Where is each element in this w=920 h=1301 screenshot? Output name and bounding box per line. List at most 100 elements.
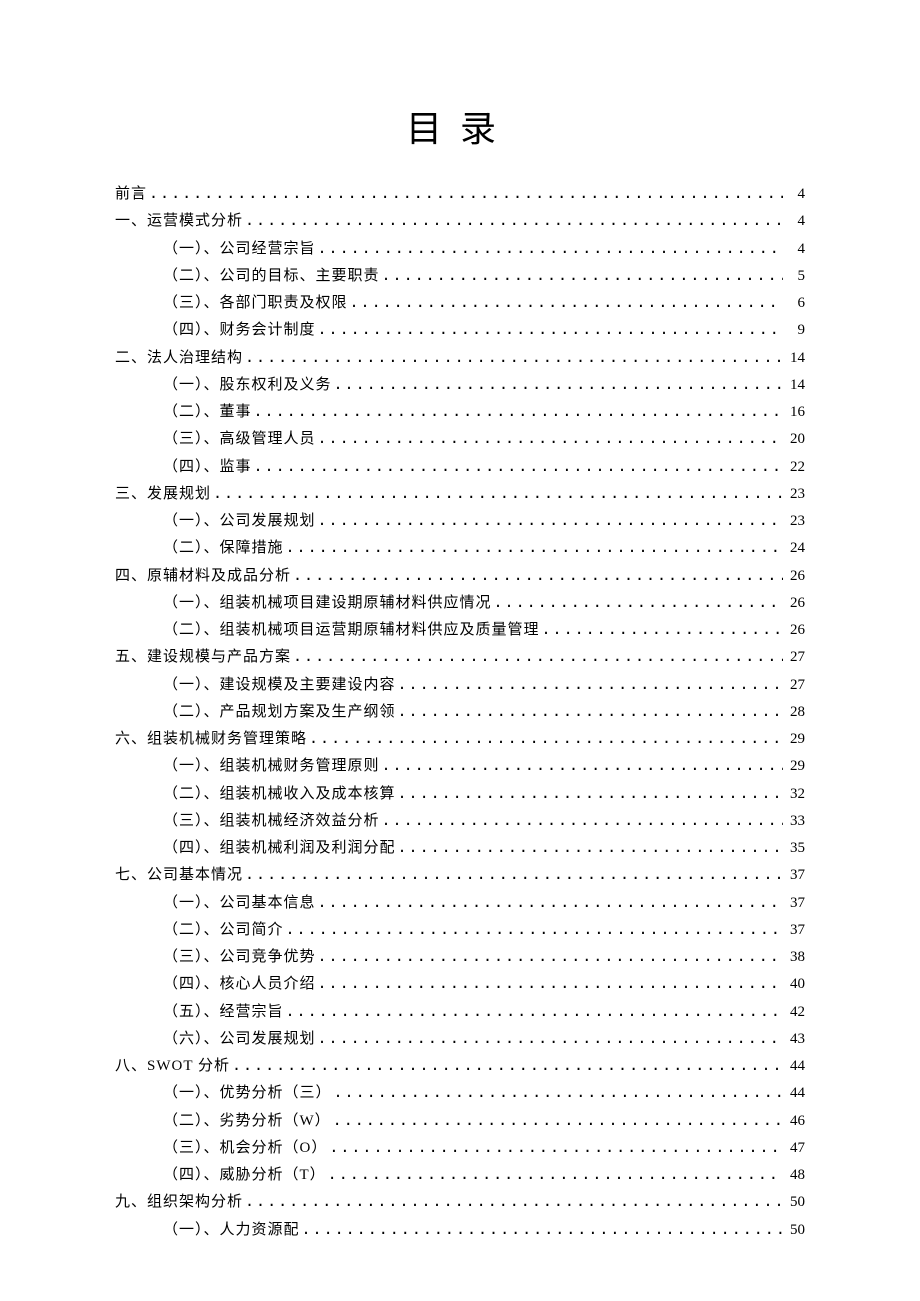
toc-leader (542, 616, 783, 642)
toc-entry-page: 50 (785, 1217, 805, 1243)
toc-entry-page: 22 (785, 454, 805, 480)
toc-leader (309, 725, 783, 751)
toc-entry: （一）、公司发展规划23 (115, 507, 805, 534)
toc-entry-label: 二、法人治理结构 (115, 345, 243, 371)
toc-leader (245, 344, 783, 370)
toc-entry-page: 43 (785, 1026, 805, 1052)
toc-entry: 八、SWOT 分析 44 (115, 1052, 805, 1079)
toc-entry-label: （二）、公司简介 (163, 917, 284, 943)
toc-entry-page: 24 (785, 535, 805, 561)
toc-leader (245, 861, 783, 887)
toc-leader (398, 698, 783, 724)
toc-entry-page: 4 (785, 181, 805, 207)
toc-leader (293, 643, 783, 669)
toc-entry: （四）、财务会计制度9 (115, 316, 805, 343)
toc-entry: （二）、产品规划方案及生产纲领28 (115, 698, 805, 725)
toc-entry-label: （三）、机会分析（O） (163, 1135, 327, 1161)
toc-entry: （二）、公司的目标、主要职责 5 (115, 262, 805, 289)
toc-entry: 一、运营模式分析4 (115, 207, 805, 234)
toc-entry-page: 4 (785, 236, 805, 262)
toc-entry-page: 27 (785, 644, 805, 670)
toc-entry-page: 9 (785, 317, 805, 343)
toc-entry-page: 27 (785, 672, 805, 698)
toc-entry-page: 42 (785, 999, 805, 1025)
toc-leader (350, 289, 783, 315)
toc-leader (318, 943, 783, 969)
toc-entry-page: 16 (785, 399, 805, 425)
toc-entry: （一）、股东权利及义务14 (115, 371, 805, 398)
toc-entry: （三）、各部门职责及权限6 (115, 289, 805, 316)
toc-entry-page: 14 (785, 372, 805, 398)
toc-entry: （一）、公司基本信息37 (115, 889, 805, 916)
toc-entry: （二）、组装机械收入及成本核算32 (115, 780, 805, 807)
toc-entry-label: （二）、董事 (163, 399, 252, 425)
toc-leader (318, 235, 783, 261)
toc-leader (398, 834, 783, 860)
toc-entry-label: （二）、产品规划方案及生产纲领 (163, 699, 396, 725)
toc-leader (318, 1025, 783, 1051)
toc-entry-label: （一）、组装机械项目建设期原辅材料供应情况 (163, 590, 492, 616)
toc-entry-label: （一）、公司基本信息 (163, 890, 316, 916)
toc-entry: （一）、建设规模及主要建设内容 27 (115, 671, 805, 698)
toc-leader (232, 1052, 783, 1078)
toc-leader (398, 780, 783, 806)
toc-entry-page: 47 (785, 1135, 805, 1161)
toc-entry: （四）、监事 22 (115, 453, 805, 480)
toc-entry: 前言 4 (115, 180, 805, 207)
toc-entry-label: （二）、公司的目标、主要职责 (163, 263, 380, 289)
toc-entry-label: （四）、监事 (163, 454, 252, 480)
toc-entry-page: 37 (785, 917, 805, 943)
toc-entry-page: 29 (785, 753, 805, 779)
toc-leader (382, 752, 783, 778)
toc-entry-label: （二）、组装机械项目运营期原辅材料供应及质量管理 (163, 617, 540, 643)
toc-entry-page: 26 (785, 617, 805, 643)
toc-entry-label: 三、发展规划 (115, 481, 211, 507)
toc-entry-page: 44 (785, 1053, 805, 1079)
toc-entry-label: （六）、公司发展规划 (163, 1026, 316, 1052)
toc-leader (286, 534, 783, 560)
toc-entry-page: 48 (785, 1162, 805, 1188)
toc-entry-label: （一）、优势分析（三） (163, 1080, 332, 1106)
toc-entry: （一）、人力资源配50 (115, 1216, 805, 1243)
toc-entry: （四）、核心人员介绍40 (115, 970, 805, 997)
toc-entry-page: 46 (785, 1108, 805, 1134)
toc-leader (245, 207, 783, 233)
toc-entry-label: 四、原辅材料及成品分析 (115, 563, 291, 589)
toc-entry-label: （四）、组装机械利润及利润分配 (163, 835, 396, 861)
toc-leader (245, 1188, 783, 1214)
toc-entry: 六、组装机械财务管理策略29 (115, 725, 805, 752)
toc-entry: 五、建设规模与产品方案27 (115, 643, 805, 670)
toc-leader (318, 889, 783, 915)
toc-entry: （一）、优势分析（三）44 (115, 1079, 805, 1106)
toc-entry-page: 23 (785, 508, 805, 534)
toc-entry-page: 26 (785, 590, 805, 616)
toc-entry-label: （二）、保障措施 (163, 535, 284, 561)
toc-leader (398, 671, 783, 697)
toc-entry-label: 八、SWOT 分析 (115, 1053, 230, 1079)
toc-entry-page: 40 (785, 971, 805, 997)
toc-entry: （三）、公司竞争优势38 (115, 943, 805, 970)
toc-title: 目录 (115, 100, 805, 152)
toc-entry: （一）、公司经营宗旨4 (115, 235, 805, 262)
toc-entry-label: 九、组织架构分析 (115, 1189, 243, 1215)
toc-leader (333, 1107, 783, 1133)
toc-entry-page: 33 (785, 808, 805, 834)
toc-entry: 三、发展规划23 (115, 480, 805, 507)
toc-entry-label: （三）、高级管理人员 (163, 426, 316, 452)
toc-entry-label: （一）、建设规模及主要建设内容 (163, 672, 396, 698)
toc-entry: （三）、组装机械经济效益分析33 (115, 807, 805, 834)
toc-leader (334, 371, 783, 397)
toc-entry-page: 5 (785, 263, 805, 289)
toc-entry: 二、法人治理结构14 (115, 344, 805, 371)
toc-entry: （四）、组装机械利润及利润分配35 (115, 834, 805, 861)
toc-leader (494, 589, 783, 615)
toc-entry: （二）、保障措施 24 (115, 534, 805, 561)
toc-leader (382, 262, 783, 288)
toc-entry-page: 29 (785, 726, 805, 752)
toc-entry-page: 4 (785, 208, 805, 234)
toc-entry: （二）、劣势分析（W） 46 (115, 1107, 805, 1134)
toc-entry-label: （一）、组装机械财务管理原则 (163, 753, 380, 779)
toc-leader (286, 998, 783, 1024)
toc-entry-label: 前言 (115, 181, 147, 207)
toc-entry-label: （二）、劣势分析（W） (163, 1108, 331, 1134)
